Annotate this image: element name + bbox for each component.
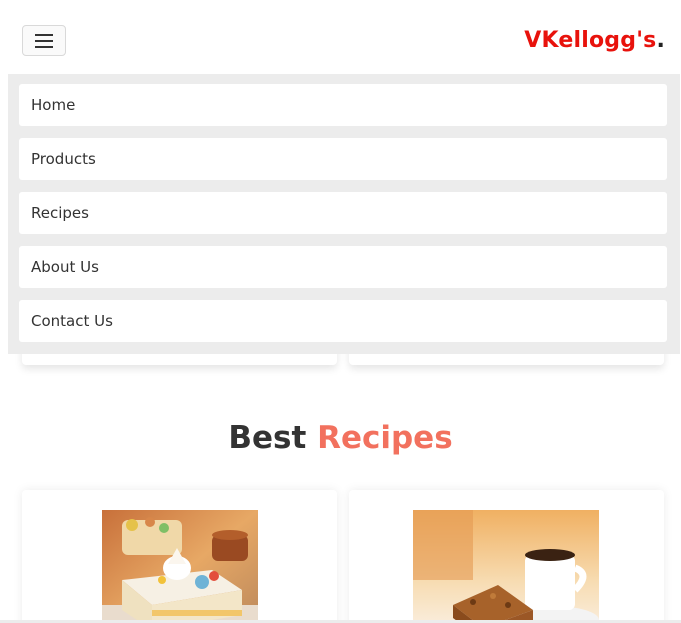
nav-item-products[interactable]: Products [19,138,667,180]
nav-dropdown: Home Products Recipes About Us Contact U… [8,74,680,354]
recipe-card[interactable] [22,490,337,623]
hamburger-icon [35,33,53,48]
brand-logo[interactable]: VKellogg's. [524,28,665,53]
nav-item-contact-us[interactable]: Contact Us [19,300,667,342]
nav-item-recipes[interactable]: Recipes [19,192,667,234]
logo-dot: . [656,28,665,53]
logo-text: VKellogg's [524,28,657,53]
section-title: Best Recipes [0,420,681,456]
section-title-main: Best [228,420,307,456]
nav-item-about-us[interactable]: About Us [19,246,667,288]
page: VKellogg's. Home Products Recipes About … [0,0,681,623]
nav-item-home[interactable]: Home [19,84,667,126]
recipe-card[interactable] [349,490,664,623]
menu-toggle-button[interactable] [22,25,66,56]
layered-dessert-bar-image [102,510,258,623]
site-header: VKellogg's. [0,0,681,74]
section-title-accent: Recipes [317,420,453,456]
coffee-and-cake-image [413,510,599,623]
